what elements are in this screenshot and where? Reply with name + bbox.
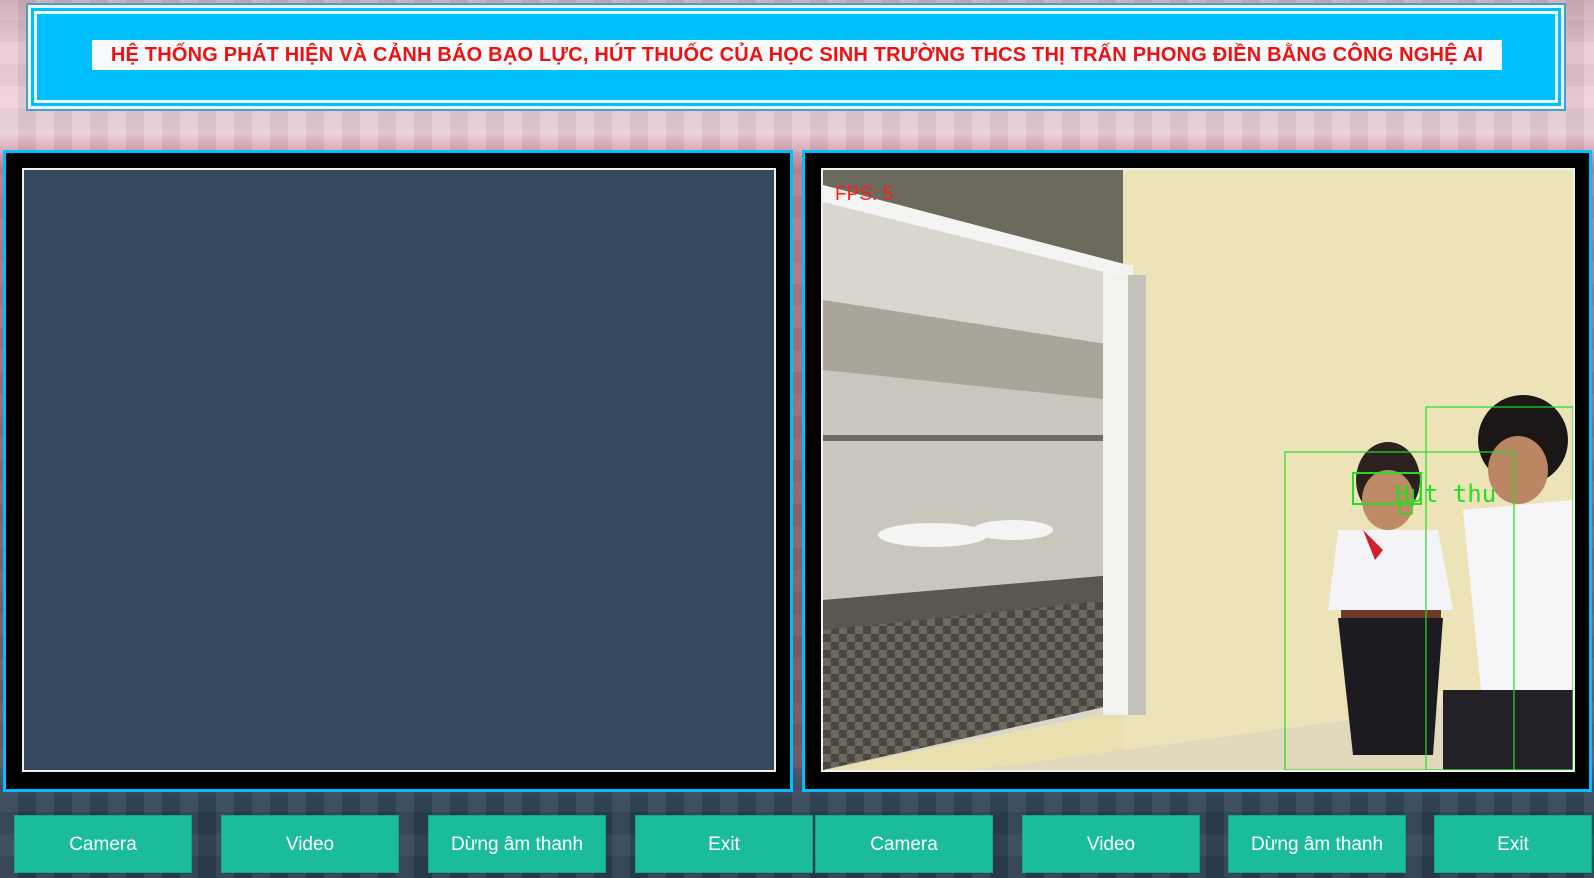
right-video-display: Hut thu FPS: 5	[821, 168, 1575, 772]
left-video-button[interactable]: Video	[221, 815, 399, 873]
page-title: HỆ THỐNG PHÁT HIỆN VÀ CẢNH BÁO BẠO LỰC, …	[92, 40, 1502, 70]
left-video-panel	[3, 150, 793, 792]
right-exit-button[interactable]: Exit	[1434, 815, 1592, 873]
video-frame-image	[823, 170, 1573, 770]
left-exit-button[interactable]: Exit	[635, 815, 813, 873]
left-stop-sound-button[interactable]: Dừng âm thanh	[428, 815, 606, 873]
fps-counter: FPS: 5	[835, 184, 894, 205]
right-stop-sound-button[interactable]: Dừng âm thanh	[1228, 815, 1406, 873]
left-camera-button[interactable]: Camera	[14, 815, 192, 873]
detection-label: Hut thu	[1395, 480, 1497, 508]
right-video-panel: Hut thu FPS: 5	[802, 150, 1592, 792]
left-video-display	[22, 168, 776, 772]
right-camera-button[interactable]: Camera	[815, 815, 993, 873]
right-video-button[interactable]: Video	[1022, 815, 1200, 873]
